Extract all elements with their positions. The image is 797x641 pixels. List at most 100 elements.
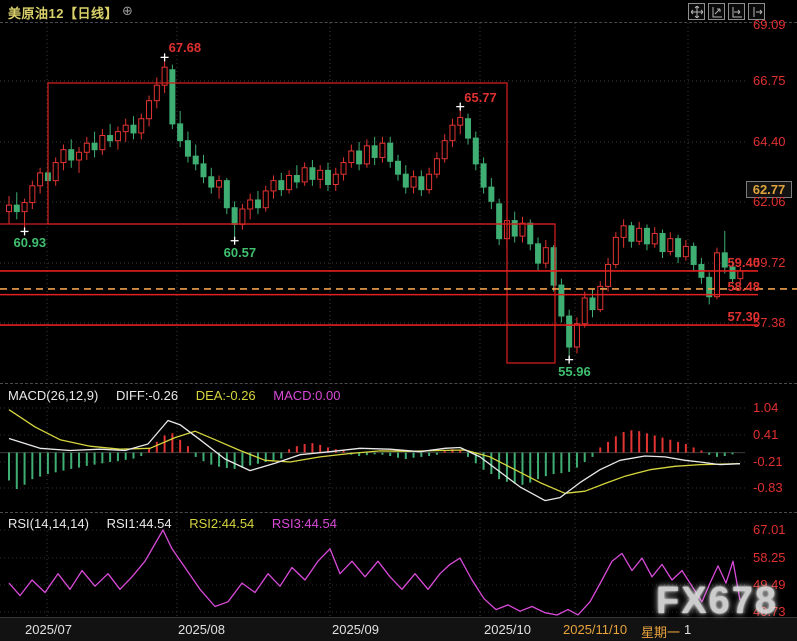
candle-body — [676, 239, 681, 257]
rsi1-value: RSI1:44.54 — [107, 516, 172, 531]
candle-body — [357, 151, 362, 164]
candle-body — [590, 298, 595, 310]
candle-body — [598, 286, 603, 309]
candle-body — [629, 226, 634, 241]
candle-body — [310, 168, 315, 180]
low-marker-label: 60.93 — [14, 235, 47, 250]
candle-body — [419, 177, 424, 190]
candle-body — [131, 125, 136, 133]
time-axis-label: 星期一 — [641, 622, 680, 641]
candle-body — [349, 151, 354, 163]
candle-body — [520, 223, 525, 236]
macd-diff-value: DIFF:-0.26 — [116, 388, 178, 403]
price-level-label: 59.40 — [712, 255, 760, 270]
candle-body — [61, 150, 66, 163]
rsi-axis-tick: 58.25 — [753, 550, 786, 565]
candle-body — [333, 174, 338, 184]
instrument-title: 美原油12【日线】 — [8, 3, 118, 22]
scale-x-axis-icon[interactable] — [728, 3, 745, 20]
time-axis-label: 1 — [684, 622, 691, 637]
candle-body — [287, 175, 292, 189]
chart-app-window: 美原油12【日线】 ⊕ — [0, 0, 797, 641]
pan-tool-icon[interactable] — [688, 3, 705, 20]
candle-body — [193, 156, 198, 164]
price-axis-tick: 64.40 — [753, 134, 786, 149]
candle-body — [232, 208, 237, 225]
candle-body — [434, 159, 439, 174]
candle-body — [442, 141, 447, 159]
candle-body — [497, 204, 502, 239]
low-marker-label: 60.57 — [224, 245, 257, 260]
candle-body — [271, 181, 276, 191]
price-level-label: 57.30 — [712, 309, 760, 324]
candle-body — [458, 117, 463, 125]
separator — [0, 383, 797, 384]
candle-body — [396, 161, 401, 174]
candle-body — [201, 164, 206, 177]
candle-body — [567, 316, 572, 347]
macd-axis-tick: 0.41 — [753, 427, 778, 442]
candle-body — [738, 271, 743, 279]
candle-body — [536, 244, 541, 263]
candle-body — [427, 174, 432, 189]
separator — [0, 512, 797, 513]
rsi3-value: RSI3:44.54 — [272, 516, 337, 531]
expand-icon[interactable]: ⊕ — [122, 3, 133, 19]
candle-body — [637, 228, 642, 241]
macd-dea-value: DEA:-0.26 — [196, 388, 256, 403]
candle-body — [217, 181, 222, 187]
candle-body — [248, 200, 253, 209]
candle-body — [574, 324, 579, 347]
macd-axis-tick: -0.83 — [753, 480, 783, 495]
candle-body — [38, 173, 43, 186]
candle-body — [185, 141, 190, 156]
high-marker-label: 67.68 — [169, 40, 202, 55]
candle-body — [255, 200, 260, 208]
title-bar: 美原油12【日线】 ⊕ — [0, 0, 797, 22]
candle-body — [224, 181, 229, 208]
candle-body — [279, 181, 284, 190]
candle-body — [294, 175, 299, 181]
candle-body — [707, 277, 712, 296]
rsi-line — [9, 530, 740, 615]
candle-body — [318, 170, 323, 179]
candle-body — [108, 136, 113, 141]
chart-canvas[interactable] — [0, 0, 797, 641]
candle-body — [341, 163, 346, 175]
candle-body — [621, 226, 626, 238]
drawn-rectangle[interactable] — [48, 83, 507, 224]
candle-body — [489, 187, 494, 201]
candle-body — [147, 101, 152, 119]
candle-body — [209, 177, 214, 187]
price-level-label: 58.48 — [712, 279, 760, 294]
separator — [0, 22, 797, 23]
time-axis-label: 2025/11/10 — [563, 622, 627, 637]
candle-body — [473, 138, 478, 164]
scale-y-axis-icon[interactable] — [708, 3, 725, 20]
rsi-params-label: RSI(14,14,14) — [8, 516, 89, 531]
candle-body — [403, 174, 408, 187]
low-marker-label: 55.96 — [558, 364, 591, 379]
candle-body — [372, 146, 377, 158]
candle-body — [325, 170, 330, 184]
drawn-rectangle[interactable] — [507, 224, 555, 363]
candle-body — [69, 150, 74, 160]
time-axis-label: 2025/09 — [332, 622, 379, 637]
price-axis-tick: 66.75 — [753, 73, 786, 88]
candle-body — [139, 119, 144, 133]
candle-body — [644, 228, 649, 243]
candle-body — [582, 298, 587, 324]
candle-body — [84, 143, 89, 152]
candle-body — [7, 205, 12, 211]
candle-body — [30, 186, 35, 203]
candle-body — [302, 168, 307, 182]
candle-body — [512, 221, 517, 236]
time-axis-label: 2025/08 — [178, 622, 225, 637]
candle-body — [411, 177, 416, 187]
candle-body — [450, 125, 455, 140]
candle-body — [466, 119, 471, 138]
candle-body — [263, 191, 268, 208]
candle-body — [178, 124, 183, 141]
candle-body — [123, 125, 128, 131]
time-axis-label: 2025/07 — [25, 622, 72, 637]
